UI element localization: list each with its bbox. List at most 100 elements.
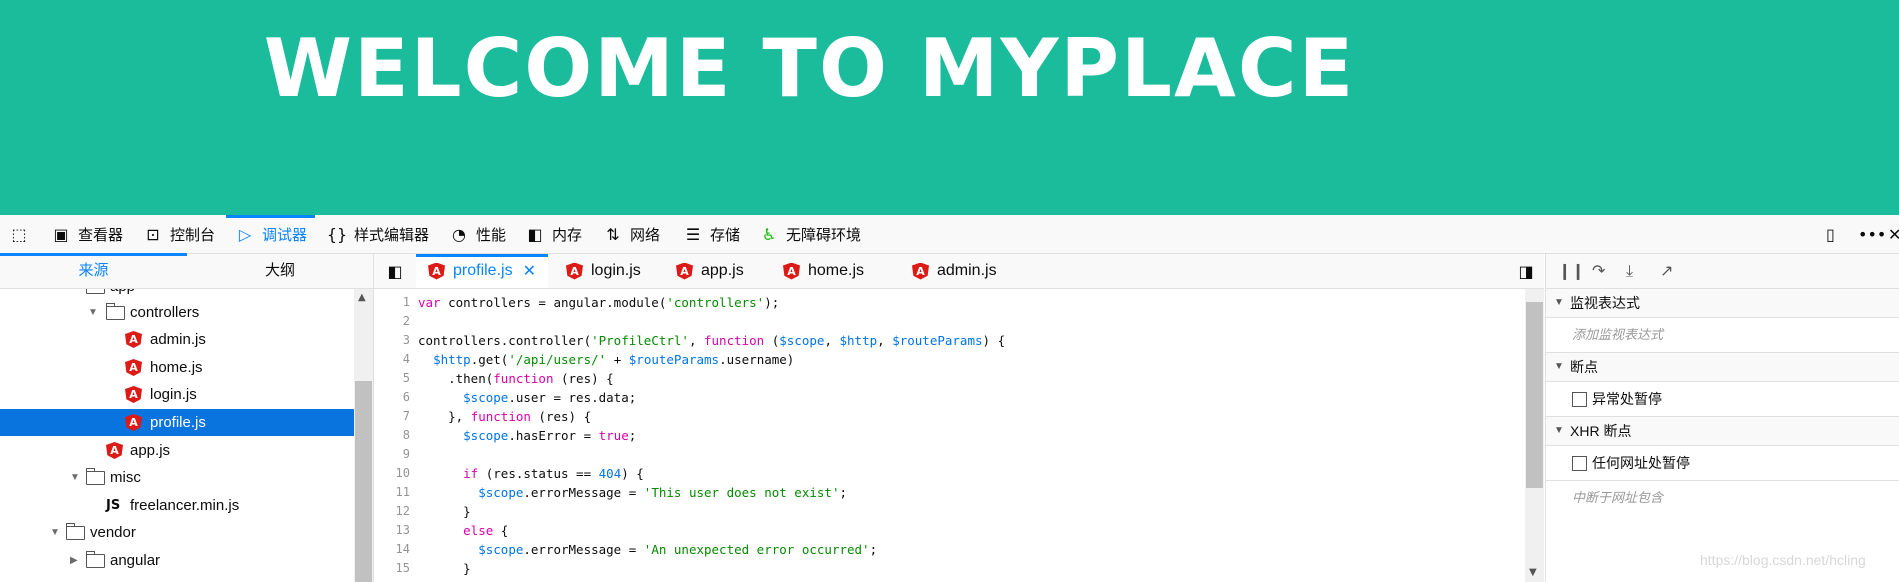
tab-memory[interactable]: ◧ 内存 [524, 215, 582, 253]
tree-item-label: freelancer.min.js [130, 497, 240, 514]
tab-label: 查看器 [78, 226, 124, 244]
step-in-button[interactable]: ⤓ [1626, 261, 1633, 281]
angular-file-icon: A [912, 262, 929, 280]
line-number[interactable]: 2 [374, 314, 410, 328]
sources-tree: ▼ app ▼ controllers A admin.js A home.js… [0, 289, 354, 582]
step-out-icon: ↗ [1660, 261, 1674, 280]
pause-on-exceptions-checkbox[interactable] [1572, 392, 1587, 407]
tab-accessibility[interactable]: ♿ 无障碍环境 [758, 215, 861, 253]
pause-button[interactable]: ❙❙ [1558, 261, 1585, 280]
pause-on-exceptions-row[interactable]: 异常处暂停 [1546, 382, 1899, 417]
scroll-up-icon[interactable]: ▲ [358, 292, 366, 303]
pick-element-button[interactable]: ⬚ [8, 215, 36, 253]
tree-item-admin-js[interactable]: A admin.js [0, 326, 354, 353]
step-over-button[interactable]: ↷ [1592, 261, 1605, 280]
line-number[interactable]: 6 [374, 390, 410, 404]
xhr-breakpoints-header[interactable]: ▼ XHR 断点 [1546, 417, 1899, 446]
tree-item-label: vendor [90, 524, 136, 541]
tree-item-misc[interactable]: ▼ misc [0, 464, 354, 491]
expand-arrow-icon: ▼ [70, 472, 80, 483]
line-number[interactable]: 15 [374, 561, 410, 575]
toggle-side-panel-button[interactable]: ◨ [1514, 254, 1538, 288]
scrollbar-thumb[interactable] [1526, 302, 1543, 488]
tree-item-vendor[interactable]: ▼ vendor [0, 519, 354, 546]
tab-label: 无障碍环境 [786, 226, 862, 244]
angular-file-icon: A [566, 262, 583, 280]
scroll-down-icon[interactable]: ▼ [1529, 567, 1537, 578]
add-watch-expression-input[interactable]: 添加监视表达式 [1546, 318, 1899, 353]
tree-item-freelancer-js[interactable]: JS freelancer.min.js [0, 492, 354, 519]
tab-debugger[interactable]: ▷ 调试器 [225, 215, 316, 253]
toggle-sources-button[interactable]: ◧ [382, 254, 408, 288]
editor-tab-home-js[interactable]: A home.js [771, 254, 876, 288]
close-tab-icon[interactable]: ✕ [523, 261, 536, 281]
code-view[interactable]: 1 2 3 4 5 6 7 8 9 10 11 12 13 14 15 var … [374, 289, 1524, 582]
more-options-button[interactable]: ••• [1858, 215, 1886, 253]
tab-network[interactable]: ⇅ 网络 [602, 215, 660, 253]
tab-storage[interactable]: ☰ 存储 [682, 215, 740, 253]
scrollbar-thumb[interactable] [355, 381, 372, 582]
tab-label: 样式编辑器 [354, 226, 430, 244]
inspector-icon: ▣ [53, 224, 69, 244]
tab-sources[interactable]: 来源 [0, 253, 187, 288]
line-number[interactable]: 7 [374, 409, 410, 423]
line-number[interactable]: 9 [374, 447, 410, 461]
line-number[interactable]: 1 [374, 295, 410, 309]
line-number[interactable]: 10 [374, 466, 410, 480]
tree-item-profile-js[interactable]: A profile.js [0, 409, 354, 436]
pause-on-any-url-row[interactable]: 任何网址处暂停 [1546, 446, 1899, 481]
xhr-url-input[interactable]: 中断于网址包含 [1546, 481, 1899, 515]
section-title: 监视表达式 [1570, 295, 1640, 311]
tab-outline[interactable]: 大纲 [187, 254, 373, 288]
line-number[interactable]: 8 [374, 428, 410, 442]
angular-file-icon: A [125, 331, 142, 348]
tab-console[interactable]: ⊡ 控制台 [142, 215, 215, 253]
line-number[interactable]: 4 [374, 352, 410, 366]
tree-item-app-js[interactable]: A app.js [0, 437, 354, 464]
editor-scrollbar[interactable]: ▼ [1525, 289, 1544, 582]
responsive-design-button[interactable]: ▯ [1826, 215, 1835, 253]
folder-icon [66, 523, 85, 540]
breakpoints-header[interactable]: ▼ 断点 [1546, 353, 1899, 382]
angular-file-icon: A [125, 414, 142, 431]
tab-performance[interactable]: ◔ 性能 [448, 215, 506, 253]
input-placeholder: 添加监视表达式 [1572, 327, 1664, 342]
editor-tab-label: app.js [701, 262, 744, 279]
folder-icon [106, 303, 125, 320]
folder-icon [86, 468, 105, 485]
close-devtools-button[interactable]: ✕ [1888, 215, 1899, 253]
tab-inspector[interactable]: ▣ 查看器 [50, 215, 123, 253]
pause-on-any-url-checkbox[interactable] [1572, 456, 1587, 471]
editor-tab-app-js[interactable]: A app.js [664, 254, 756, 288]
editor-tab-admin-js[interactable]: A admin.js [900, 254, 1009, 288]
angular-file-icon: A [125, 359, 142, 376]
line-number[interactable]: 11 [374, 485, 410, 499]
step-out-button[interactable]: ↗ [1660, 261, 1673, 280]
watch-expressions-header[interactable]: ▼ 监视表达式 [1546, 289, 1899, 318]
sidebar-toggle-icon: ◧ [387, 261, 403, 281]
js-file-icon: JS [106, 498, 121, 513]
tree-item-home-js[interactable]: A home.js [0, 354, 354, 381]
code-line: } [418, 504, 471, 519]
step-in-icon: ⤓ [1626, 261, 1634, 280]
line-number[interactable]: 13 [374, 523, 410, 537]
angular-file-icon: A [428, 262, 445, 280]
tree-item-controllers[interactable]: ▼ controllers [0, 299, 354, 326]
storage-icon: ☰ [685, 224, 701, 244]
editor-tab-profile-js[interactable]: A profile.js ✕ [416, 254, 548, 288]
checkbox-label: 任何网址处暂停 [1592, 455, 1690, 471]
angular-file-icon: A [676, 262, 693, 280]
line-number[interactable]: 12 [374, 504, 410, 518]
code-line: } [418, 561, 471, 576]
tree-item-angular[interactable]: ▶ angular [0, 547, 354, 574]
editor-tab-login-js[interactable]: A login.js [554, 254, 653, 288]
line-number[interactable]: 14 [374, 542, 410, 556]
tab-style-editor[interactable]: {} 样式编辑器 [326, 215, 429, 253]
line-number[interactable]: 3 [374, 333, 410, 347]
sidebar-toggle-icon: ◨ [1518, 261, 1534, 281]
folder-icon [86, 289, 105, 294]
sources-scrollbar[interactable]: ▲ [354, 289, 373, 582]
tree-item-login-js[interactable]: A login.js [0, 381, 354, 408]
tree-item-label: angular [110, 552, 161, 569]
line-number[interactable]: 5 [374, 371, 410, 385]
